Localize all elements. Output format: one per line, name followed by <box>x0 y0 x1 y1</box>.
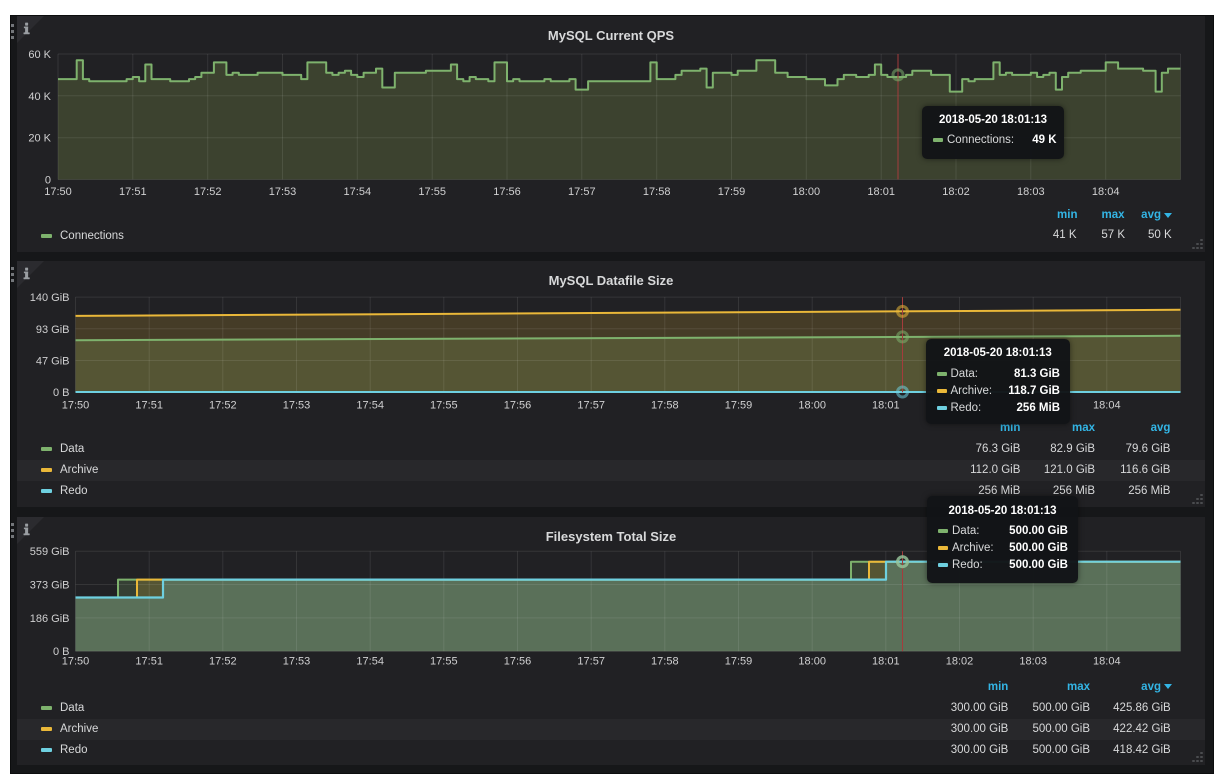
svg-text:17:57: 17:57 <box>568 186 596 198</box>
svg-text:93 GiB: 93 GiB <box>36 324 70 336</box>
svg-text:17:58: 17:58 <box>651 656 679 668</box>
svg-text:17:51: 17:51 <box>135 400 163 412</box>
svg-text:0 B: 0 B <box>53 387 70 399</box>
svg-text:47 GiB: 47 GiB <box>36 356 70 368</box>
svg-text:18:04: 18:04 <box>1092 186 1120 198</box>
svg-text:17:57: 17:57 <box>577 400 605 412</box>
svg-text:18:03: 18:03 <box>1019 656 1047 668</box>
svg-text:18:00: 18:00 <box>798 400 826 412</box>
svg-text:17:52: 17:52 <box>209 656 237 668</box>
svg-text:40 K: 40 K <box>28 91 51 103</box>
svg-text:18:02: 18:02 <box>946 656 974 668</box>
svg-text:0 B: 0 B <box>53 646 70 658</box>
svg-text:17:57: 17:57 <box>577 656 605 668</box>
svg-text:0: 0 <box>45 175 51 187</box>
svg-text:17:56: 17:56 <box>504 656 532 668</box>
svg-text:17:56: 17:56 <box>504 400 532 412</box>
svg-text:18:04: 18:04 <box>1093 400 1121 412</box>
svg-text:17:51: 17:51 <box>119 186 147 198</box>
svg-text:140 GiB: 140 GiB <box>30 292 70 304</box>
svg-text:17:58: 17:58 <box>643 186 671 198</box>
svg-text:559 GiB: 559 GiB <box>30 546 70 558</box>
svg-text:18:01: 18:01 <box>872 400 900 412</box>
svg-text:17:55: 17:55 <box>430 656 458 668</box>
svg-text:17:54: 17:54 <box>344 186 372 198</box>
svg-text:17:58: 17:58 <box>651 400 679 412</box>
svg-text:18:04: 18:04 <box>1093 656 1121 668</box>
svg-text:17:50: 17:50 <box>44 186 72 198</box>
svg-text:18:01: 18:01 <box>872 656 900 668</box>
svg-text:17:52: 17:52 <box>194 186 222 198</box>
svg-text:17:54: 17:54 <box>356 656 384 668</box>
svg-text:17:55: 17:55 <box>430 400 458 412</box>
svg-text:18:02: 18:02 <box>942 186 970 198</box>
svg-text:18:00: 18:00 <box>793 186 821 198</box>
svg-text:186 GiB: 186 GiB <box>30 613 70 625</box>
svg-text:17:51: 17:51 <box>135 656 163 668</box>
svg-text:18:00: 18:00 <box>798 656 826 668</box>
svg-text:17:52: 17:52 <box>209 400 237 412</box>
svg-text:17:53: 17:53 <box>283 400 311 412</box>
svg-text:17:54: 17:54 <box>356 400 384 412</box>
svg-text:18:03: 18:03 <box>1017 186 1045 198</box>
svg-text:17:59: 17:59 <box>725 400 753 412</box>
svg-text:18:01: 18:01 <box>867 186 895 198</box>
svg-text:17:59: 17:59 <box>725 656 753 668</box>
svg-text:373 GiB: 373 GiB <box>30 580 70 592</box>
svg-text:20 K: 20 K <box>28 133 51 145</box>
svg-text:60 K: 60 K <box>28 49 51 61</box>
svg-text:17:55: 17:55 <box>418 186 446 198</box>
svg-text:17:53: 17:53 <box>283 656 311 668</box>
svg-text:17:53: 17:53 <box>269 186 297 198</box>
svg-text:17:59: 17:59 <box>718 186 746 198</box>
svg-text:17:50: 17:50 <box>62 400 90 412</box>
svg-text:17:56: 17:56 <box>493 186 521 198</box>
